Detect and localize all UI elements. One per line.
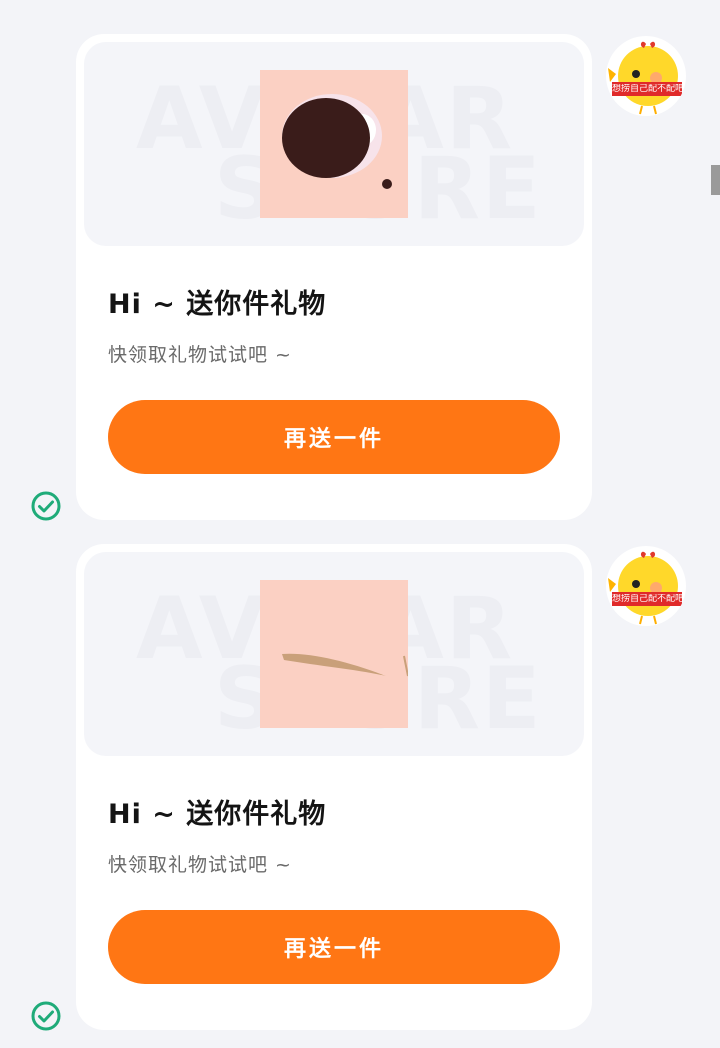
eyebrow-part-thumbnail bbox=[260, 580, 408, 728]
eye-part-thumbnail bbox=[260, 70, 408, 218]
gift-title: Hi ~ 送你件礼物 bbox=[108, 799, 327, 830]
gift-subtitle: 快领取礼物试试吧 ~ bbox=[108, 854, 292, 876]
gift-card[interactable]: AVATAR STORE Hi ~ 送你件礼物 快领取礼物试试吧 ~ 再送一件 bbox=[76, 34, 592, 520]
avatar-caption: 想捞自己配不配吧 bbox=[612, 84, 682, 94]
send-another-button[interactable]: 再送一件 bbox=[108, 910, 560, 984]
check-circle-icon bbox=[31, 491, 61, 521]
chick-avatar-icon bbox=[608, 551, 682, 625]
avatar-caption: 想捞自己配不配吧 bbox=[612, 594, 682, 604]
gift-card[interactable]: AVATAR STORE Hi ~ 送你件礼物 快领取礼物试试吧 ~ 再送一件 bbox=[76, 544, 592, 1030]
gift-message: AVATAR STORE Hi ~ 送你件礼物 快领取礼物试试吧 ~ 再送一件 bbox=[0, 544, 720, 1044]
gift-preview[interactable]: AVATAR STORE bbox=[84, 42, 584, 246]
check-circle-icon bbox=[31, 1001, 61, 1031]
chick-avatar-icon bbox=[608, 41, 682, 115]
avatar[interactable]: 想捞自己配不配吧 bbox=[606, 546, 686, 626]
gift-preview[interactable]: AVATAR STORE bbox=[84, 552, 584, 756]
gift-title: Hi ~ 送你件礼物 bbox=[108, 289, 327, 320]
gift-subtitle: 快领取礼物试试吧 ~ bbox=[108, 344, 292, 366]
send-another-button[interactable]: 再送一件 bbox=[108, 400, 560, 474]
avatar[interactable]: 想捞自己配不配吧 bbox=[606, 36, 686, 116]
gift-message: AVATAR STORE Hi ~ 送你件礼物 快领取礼物试试吧 ~ 再送一件 bbox=[0, 34, 720, 534]
